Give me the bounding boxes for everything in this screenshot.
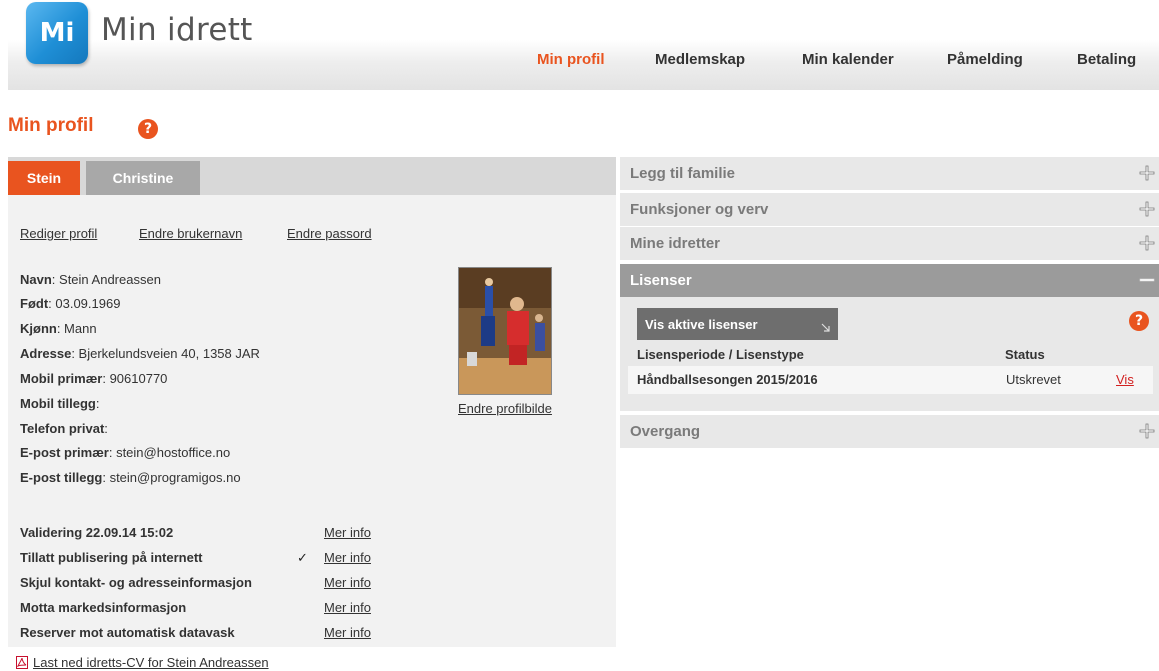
pref-datawash: Reserver mot automatisk datavask (20, 625, 235, 640)
accordion-overgang[interactable]: Overgang (620, 415, 1159, 448)
accordion-funksjoner-og-verv[interactable]: Funksjoner og verv (620, 193, 1159, 226)
nav-min-kalender[interactable]: Min kalender (802, 51, 894, 68)
info-birth: Født: 03.09.1969 (20, 296, 121, 311)
help-icon[interactable]: ? (138, 119, 158, 139)
accordion-title: Legg til familie (630, 165, 736, 182)
nav-betaling[interactable]: Betaling (1077, 51, 1136, 68)
expand-plus-icon (1139, 235, 1155, 251)
nav-pamelding[interactable]: Påmelding (947, 51, 1023, 68)
tab-stein[interactable]: Stein (8, 161, 80, 195)
info-email-primary: E-post primær: stein@hostoffice.no (20, 445, 231, 460)
arrow-down-right-icon (821, 323, 830, 332)
info-address: Adresse: Bjerkelundsveien 40, 1358 JAR (20, 346, 260, 361)
page-title: Min profil (8, 115, 94, 136)
profile-photo-image (459, 268, 551, 394)
info-email-extra: E-post tillegg: stein@programigos.no (20, 470, 241, 485)
info-mobile-primary: Mobil primær: 90610770 (20, 371, 168, 386)
licenses-panel: Vis aktive lisenser ? Lisensperiode / Li… (620, 297, 1159, 411)
pref-datawash-more-info[interactable]: Mer info (324, 625, 371, 640)
app-title: Min idrett (101, 12, 253, 48)
expand-plus-icon (1139, 423, 1155, 439)
col-license-period: Lisensperiode / Lisenstype (637, 347, 804, 362)
show-active-licenses-button[interactable]: Vis aktive lisenser (637, 308, 838, 340)
info-name: Navn: Stein Andreassen (20, 272, 161, 287)
pref-hide-contact-more-info[interactable]: Mer info (324, 575, 371, 590)
top-header: Mi Min idrett Min profil Medlemskap Min … (8, 0, 1159, 90)
accordion-legg-til-familie[interactable]: Legg til familie (620, 157, 1159, 190)
license-status-cell: Utskrevet (1006, 372, 1061, 387)
logo-mark: Mi (39, 18, 75, 48)
licenses-help-icon[interactable]: ? (1129, 311, 1149, 331)
collapse-minus-icon (1139, 278, 1155, 282)
expand-plus-icon (1139, 201, 1155, 217)
change-username-link[interactable]: Endre brukernavn (139, 226, 242, 241)
accordion-title: Mine idretter (630, 235, 721, 252)
change-password-link[interactable]: Endre passord (287, 226, 372, 241)
accordion-mine-idretter[interactable]: Mine idretter (620, 227, 1159, 260)
check-icon: ✓ (297, 550, 308, 565)
profile-photo (458, 267, 552, 395)
pref-validation-more-info[interactable]: Mer info (324, 525, 371, 540)
view-license-link[interactable]: Vis (1116, 372, 1134, 387)
tab-christine[interactable]: Christine (86, 161, 200, 195)
col-status: Status (1005, 347, 1045, 362)
accordion-title: Lisenser (630, 272, 692, 289)
pref-publish-internet: Tillatt publisering på internett (20, 550, 203, 565)
pref-marketing-more-info[interactable]: Mer info (324, 600, 371, 615)
min-idrett-logo[interactable]: Mi (26, 2, 88, 64)
accordion-lisenser[interactable]: Lisenser (620, 264, 1159, 297)
nav-medlemskap[interactable]: Medlemskap (655, 51, 745, 68)
pref-marketing: Motta markedsinformasjon (20, 600, 187, 615)
pref-publish-more-info[interactable]: Mer info (324, 550, 371, 565)
show-active-licenses-label: Vis aktive lisenser (645, 317, 758, 332)
edit-profile-link[interactable]: Rediger profil (20, 226, 97, 241)
pdf-icon (16, 656, 28, 669)
license-period-cell: Håndballsesongen 2015/2016 (637, 372, 818, 387)
expand-plus-icon (1139, 165, 1155, 181)
pref-hide-contact: Skjul kontakt- og adresseinformasjon (20, 575, 252, 590)
pref-validation: Validering 22.09.14 15:02 (20, 525, 174, 540)
info-mobile-extra: Mobil tillegg: (20, 396, 100, 411)
accordion-title: Overgang (630, 423, 701, 440)
member-tabs: Stein Christine (8, 157, 616, 195)
change-photo-link[interactable]: Endre profilbilde (458, 401, 552, 416)
info-gender: Kjønn: Mann (20, 321, 97, 336)
accordion-title: Funksjoner og verv (630, 201, 769, 218)
download-cv-link[interactable]: Last ned idretts-CV for Stein Andreassen (33, 655, 269, 670)
table-row: Håndballsesongen 2015/2016 Utskrevet Vis (628, 366, 1153, 394)
info-phone-private: Telefon privat: (20, 421, 108, 436)
nav-min-profil[interactable]: Min profil (537, 51, 605, 68)
profile-panel: Stein Christine Rediger profil Endre bru… (8, 157, 616, 647)
